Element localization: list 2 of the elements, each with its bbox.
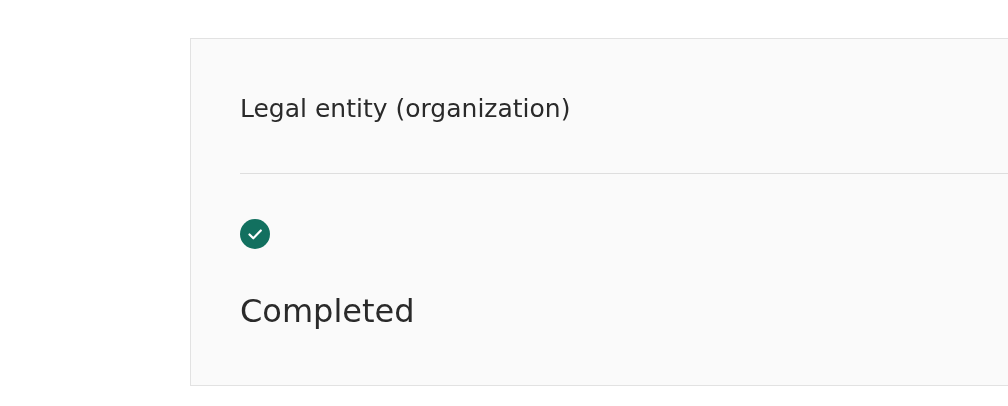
card-title: Legal entity (organization): [240, 94, 572, 124]
status-label: Completed: [240, 291, 416, 331]
